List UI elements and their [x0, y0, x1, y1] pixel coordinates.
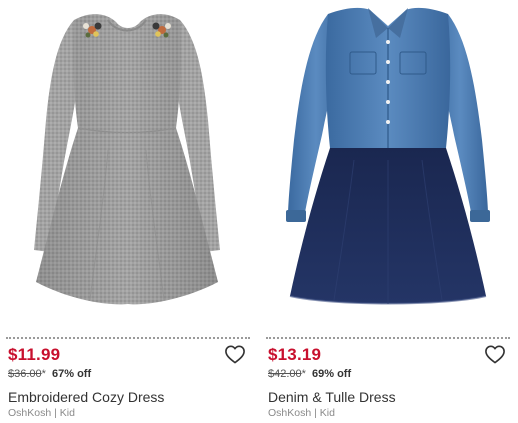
product-brand: OshKosh | Kid	[8, 407, 75, 419]
original-price: $36.00	[8, 368, 42, 380]
product-image[interactable]	[4, 0, 252, 328]
product-card[interactable]: $13.19 $42.00* 69% off Denim & Tulle Dre…	[264, 0, 512, 423]
sale-price: $11.99	[8, 345, 61, 364]
product-title[interactable]: Embroidered Cozy Dress	[8, 389, 164, 405]
heart-outline-icon[interactable]	[484, 344, 506, 364]
pricing-details: $36.00* 67% off	[8, 368, 91, 380]
product-title[interactable]: Denim & Tulle Dress	[268, 389, 396, 405]
product-image[interactable]	[264, 0, 512, 328]
card-divider	[266, 337, 510, 339]
discount-label: 69% off	[312, 368, 352, 380]
original-price-marker: *	[41, 368, 46, 380]
sale-price: $13.19	[268, 345, 322, 364]
original-price: $42.00	[268, 368, 302, 380]
denim-tulle-dress-illustration	[286, 7, 490, 305]
product-card[interactable]: $11.99 $36.00* 67% off Embroidered Cozy …	[4, 0, 252, 423]
card-divider	[6, 337, 250, 339]
heart-outline-icon[interactable]	[224, 344, 246, 364]
discount-label: 67% off	[52, 368, 92, 380]
pricing-details: $42.00* 69% off	[268, 368, 351, 380]
original-price-marker: *	[301, 368, 306, 380]
gray-dress-illustration	[34, 14, 220, 305]
product-brand: OshKosh | Kid	[268, 407, 335, 419]
product-grid: $11.99 $36.00* 67% off Embroidered Cozy …	[0, 0, 518, 423]
